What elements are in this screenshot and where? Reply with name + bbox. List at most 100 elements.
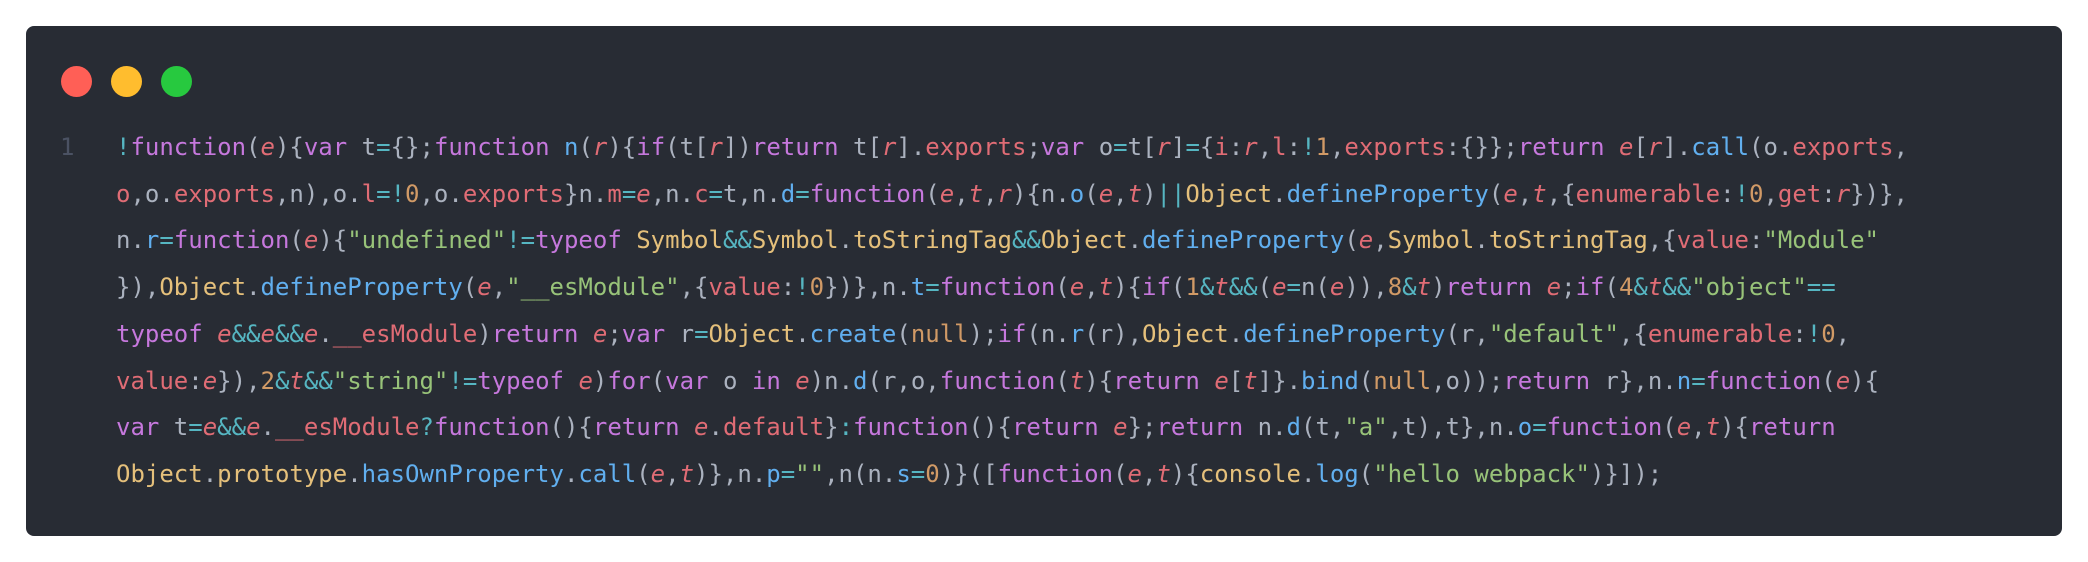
- code-token: r},n.: [1590, 366, 1677, 395]
- code-token: n.: [1243, 413, 1287, 442]
- code-token: function: [433, 133, 550, 161]
- code-token: e: [1618, 133, 1634, 161]
- code-token: .: [1300, 459, 1316, 488]
- code-token: if: [1142, 273, 1171, 302]
- code-token: ,: [491, 273, 507, 302]
- code-token: value: [116, 366, 189, 395]
- code-token: "object": [1691, 273, 1807, 302]
- code-token: c: [694, 179, 709, 208]
- code-token: __esModule: [274, 413, 420, 442]
- code-token: r: [665, 319, 695, 348]
- code-token: :: [1228, 133, 1244, 161]
- code-token: (: [246, 133, 261, 161]
- code-token: =: [1691, 366, 1706, 395]
- code-token: ,n.: [650, 179, 695, 208]
- code-token: ]: [1170, 133, 1186, 161]
- code-token: function: [809, 179, 926, 208]
- minimize-dot-icon[interactable]: [111, 66, 142, 97]
- code-token: "": [795, 459, 825, 488]
- code-token: &&: [217, 413, 247, 442]
- code-token: (r,o,: [867, 366, 940, 395]
- code-token: })},n.: [824, 273, 911, 302]
- code-token: if: [1575, 273, 1605, 302]
- code-token: (: [289, 226, 304, 255]
- code-token: e: [1113, 413, 1128, 442]
- code-token: exports: [462, 179, 564, 208]
- code-token: =: [1532, 413, 1547, 442]
- code-token: return: [491, 319, 579, 348]
- code-token: ){: [607, 133, 637, 161]
- code-token: ){: [1720, 413, 1749, 442]
- code-token: =: [694, 319, 709, 348]
- code-token: e: [202, 413, 218, 442]
- code-token: )},n.: [694, 459, 767, 488]
- code-token: var: [116, 413, 160, 442]
- code-token: .: [563, 459, 579, 488]
- code-token: return: [592, 413, 680, 442]
- code-token: (r),: [1084, 319, 1143, 348]
- code-token: t: [679, 459, 695, 488]
- code-token: typeof: [535, 226, 622, 255]
- code-token: (: [1821, 366, 1836, 395]
- code-token: 0: [405, 179, 420, 208]
- close-dot-icon[interactable]: [61, 66, 92, 97]
- code-token: .: [795, 319, 810, 348]
- code-token: ,o));: [1431, 366, 1504, 395]
- code-token: n(: [1300, 273, 1330, 302]
- code-token: e: [477, 273, 492, 302]
- code-token: (: [1344, 226, 1359, 255]
- code-token: "undefined": [347, 226, 507, 255]
- code-token: .: [1272, 179, 1287, 208]
- code-block[interactable]: 1 !function(e){var t={};function n(r){if(…: [60, 124, 2050, 498]
- code-token: r: [144, 226, 160, 255]
- code-token: o: [1084, 133, 1114, 161]
- code-token: &&: [722, 226, 752, 255]
- code-line: typeof e&&e&&e.__esModule)return e;var r…: [60, 311, 2050, 358]
- code-token: e: [1358, 226, 1374, 255]
- code-token: t[: [1127, 133, 1157, 161]
- code-token: ,t),t},n.: [1387, 413, 1518, 442]
- code-token: (: [1055, 366, 1070, 395]
- code-token: ): [592, 366, 608, 395]
- code-token: "a": [1344, 413, 1388, 442]
- code-token: :: [838, 413, 854, 442]
- code-token: return: [1156, 413, 1244, 442]
- code-token: };: [1127, 413, 1157, 442]
- code-token: toStringTag: [1488, 226, 1648, 255]
- code-token: t: [1532, 179, 1547, 208]
- code-token: console: [1199, 459, 1301, 488]
- code-token: ,{: [1546, 179, 1576, 208]
- code-token: t: [1127, 179, 1143, 208]
- code-token: &&: [303, 366, 333, 395]
- code-token: :: [1720, 179, 1735, 208]
- code-token: Object: [159, 273, 247, 302]
- code-token: =: [376, 133, 391, 161]
- code-token: e: [303, 319, 319, 348]
- code-token: t: [1647, 273, 1663, 302]
- code-token: ,o.: [419, 179, 463, 208]
- code-token: r: [1647, 133, 1663, 161]
- code-token: t: [1214, 273, 1229, 302]
- code-token: function: [939, 273, 1056, 302]
- code-token: e: [1835, 366, 1851, 395]
- code-token: defineProperty: [260, 273, 463, 302]
- code-token: in: [751, 366, 781, 395]
- code-token: ,: [1373, 226, 1388, 255]
- code-token: }),: [217, 366, 261, 395]
- code-token: Symbol: [1387, 226, 1475, 255]
- code-token: return: [1445, 273, 1533, 302]
- code-token: n: [563, 133, 579, 161]
- maximize-dot-icon[interactable]: [161, 66, 192, 97]
- code-token: &: [274, 366, 290, 395]
- code-token: ,: [983, 179, 998, 208]
- code-token: (: [925, 179, 940, 208]
- code-token: ;: [607, 319, 622, 348]
- code-token: e: [592, 319, 608, 348]
- code-token: e: [202, 366, 218, 395]
- code-token: e: [246, 413, 261, 442]
- code-token: e: [578, 366, 593, 395]
